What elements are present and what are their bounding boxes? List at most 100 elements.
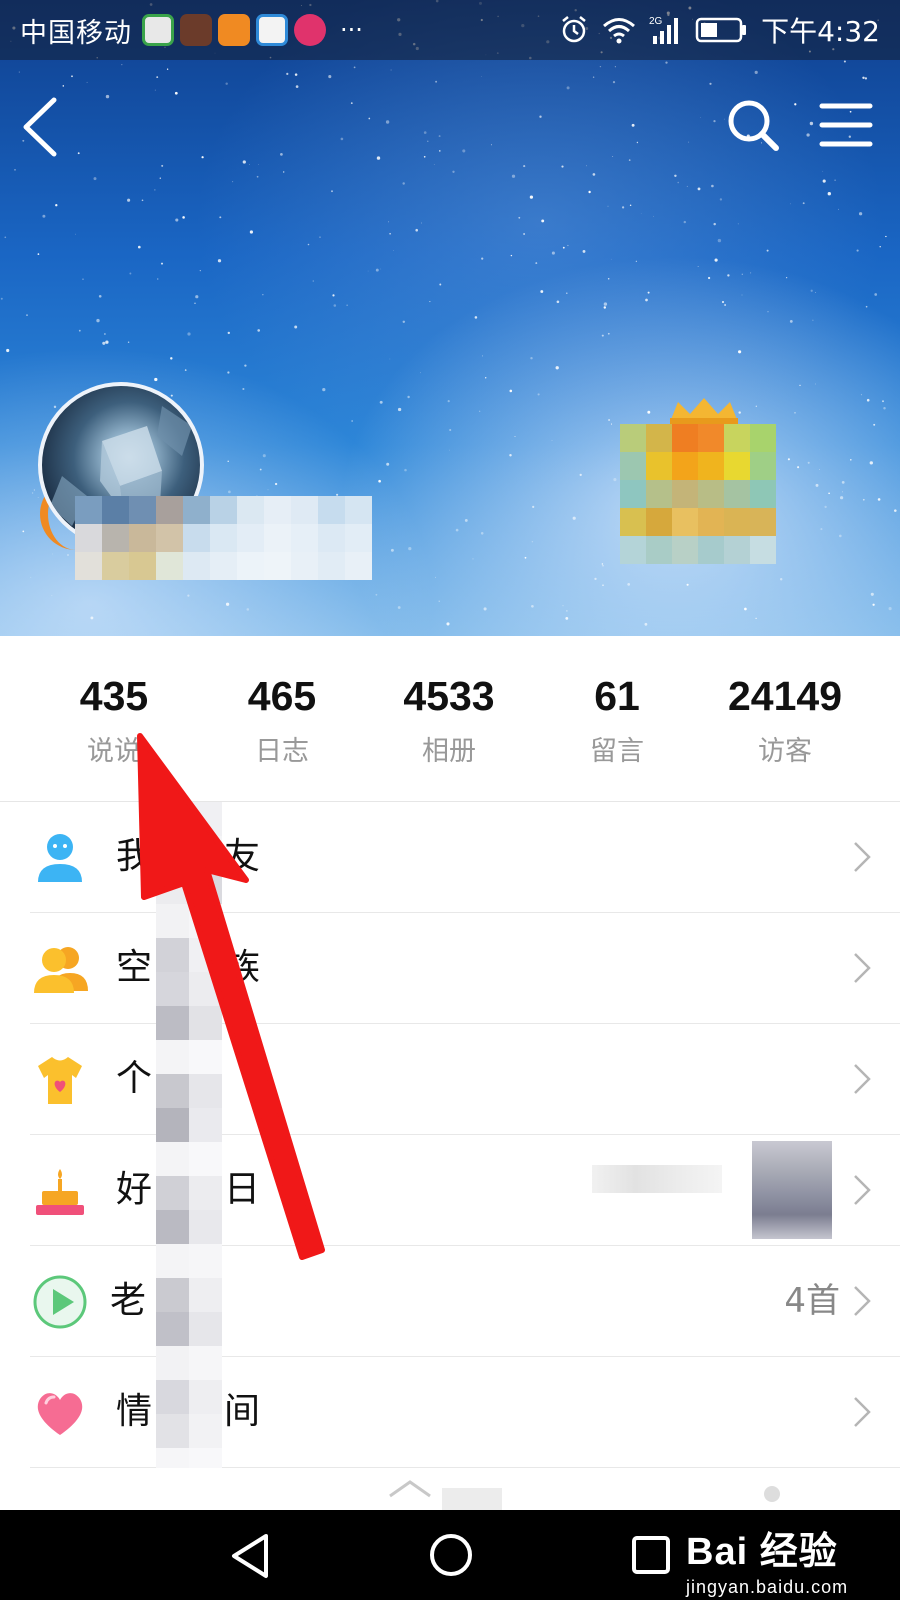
back-icon[interactable] [16,92,76,162]
menu-item-space-family[interactable]: 空 族 [0,913,900,1024]
star [435,576,436,578]
mosaic-cell [75,496,102,524]
mosaic-cell [724,536,750,564]
menu-item-couple-space[interactable]: 情 间 [0,1357,900,1468]
star [869,461,873,465]
star [614,66,616,68]
star [462,149,466,153]
stat-value: 24149 [727,673,842,719]
mosaic-cell [291,552,318,580]
star [713,222,716,226]
star [319,236,321,238]
mosaic-cell [620,508,646,536]
star [674,174,677,178]
star [537,393,540,396]
mosaic-cell [750,452,776,480]
vip-badge-redacted[interactable] [620,424,776,564]
star [806,133,810,137]
network-type-label: 2G [649,16,663,27]
star [262,294,264,296]
star [645,298,648,302]
star [711,184,714,188]
star [376,156,381,160]
hamburger-menu-icon[interactable] [818,100,874,150]
mosaic-cell [291,496,318,524]
star [105,94,110,99]
mosaic-cell [189,1244,222,1278]
star [187,332,191,336]
stat-blog[interactable]: 465 日志 [197,676,367,768]
star [77,152,80,155]
menu-item-personalize[interactable]: 个 [0,1024,900,1135]
star [154,89,156,91]
star [404,468,407,472]
star [407,395,410,399]
chevron-right-icon [854,1397,871,1427]
star [635,260,637,262]
star [812,319,814,321]
system-back-icon[interactable] [228,1532,274,1580]
star [551,440,553,441]
stat-messages[interactable]: 61 留言 [532,676,702,768]
stat-album[interactable]: 4533 相册 [364,676,534,768]
menu-item-old-songs[interactable]: 老 4首 [0,1246,900,1357]
star [6,348,10,353]
star [479,410,481,412]
system-recents-icon[interactable] [630,1534,672,1576]
star [71,75,73,78]
system-home-icon[interactable] [428,1532,474,1578]
mosaic-cell [189,1108,222,1142]
star [686,583,689,586]
star [602,584,604,587]
star [700,117,701,118]
star [531,604,534,608]
star [157,278,159,280]
star [199,270,201,272]
star [562,246,565,249]
star [194,302,196,304]
star [397,606,401,609]
star [628,159,631,161]
mosaic-cell [189,1312,222,1346]
star [4,236,7,239]
mosaic-cell [724,424,750,452]
mosaic-cell [345,524,372,552]
star [174,91,178,95]
stat-shuoshuo[interactable]: 435 说说 [29,676,199,768]
mosaic-cell [102,496,129,524]
star [96,318,100,323]
search-icon[interactable] [724,96,784,156]
star [561,165,564,168]
star [455,528,459,532]
star [843,60,846,63]
star [388,221,390,223]
star [390,69,392,71]
star [607,332,610,335]
star [242,387,245,391]
menu-item-my-friends[interactable]: 我 友 [0,802,900,913]
star [738,350,742,354]
tiktok-notification-icon [180,14,212,46]
star [439,150,441,152]
status-bar: 中国移动 ··· 2G 下午4:32 [0,0,900,60]
star [872,603,875,606]
mosaic-cell [156,972,189,1006]
star [294,325,298,329]
mosaic-cell [183,496,210,524]
star [797,466,800,469]
star [98,294,102,298]
star [612,81,616,84]
star [523,165,526,168]
mosaic-cell [698,452,724,480]
star [129,272,132,275]
mosaic-cell [189,870,222,904]
star [67,554,69,556]
stat-visitors[interactable]: 24149 访客 [700,676,870,768]
star [677,181,679,184]
menu-item-friend-birthdays[interactable]: 好 日 [0,1135,900,1246]
star [686,185,688,187]
star [602,565,604,567]
star [572,516,576,520]
star [62,85,65,87]
mosaic-cell [156,496,183,524]
